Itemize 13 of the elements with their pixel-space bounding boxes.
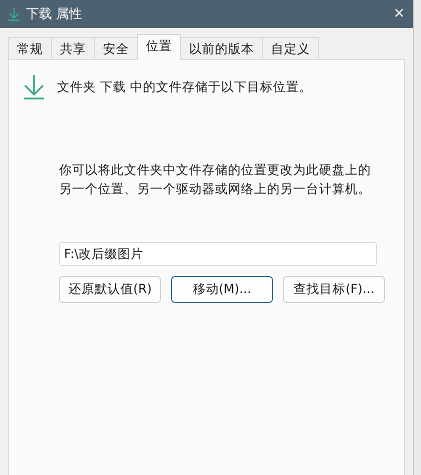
dialog-button[interactable]: 查找目标(F)... — [283, 276, 385, 303]
window-title: 下载 属性 — [26, 6, 84, 23]
tab[interactable]: 常规 — [8, 37, 52, 59]
description-text: 你可以将此文件夹中文件存储的位置更改为此硬盘上的另一个位置、另一个驱动器或网络上的另一台计算机。 — [59, 161, 372, 198]
dialog-button[interactable]: 还原默认值(R) — [59, 276, 161, 303]
tab[interactable]: 自定义 — [262, 37, 319, 59]
tab[interactable]: 位置 — [137, 34, 181, 60]
location-heading: 文件夹 下载 中的文件存储于以下目标位置。 — [57, 78, 312, 96]
download-icon — [23, 74, 45, 100]
download-icon — [8, 7, 20, 21]
dialog-button[interactable]: 移动(M)... — [171, 276, 273, 303]
close-button[interactable]: ✕ — [393, 6, 405, 22]
path-field[interactable]: F:\改后缀图片 — [59, 242, 377, 266]
